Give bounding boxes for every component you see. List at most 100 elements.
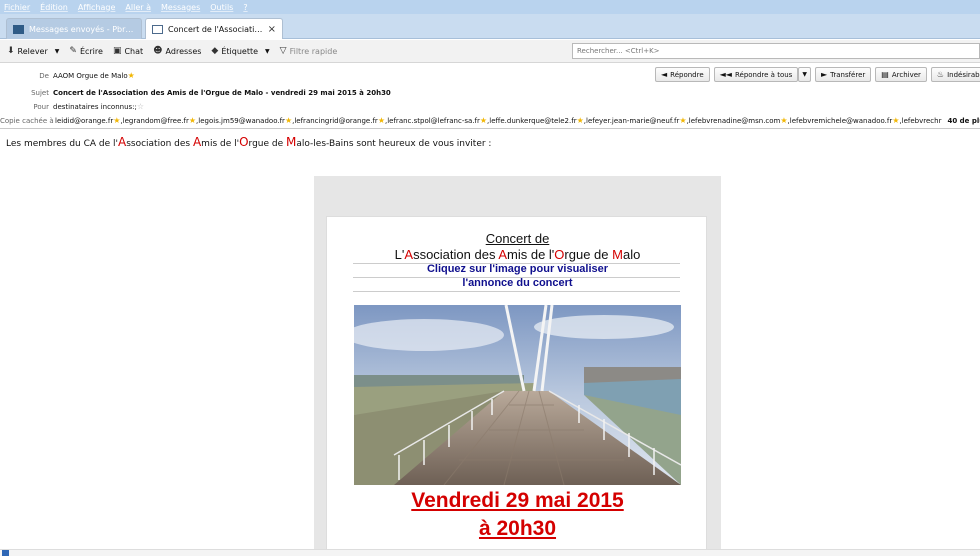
card-title-line2: L'Association des Amis de l'Orgue de Mal… [327, 247, 708, 262]
divider [353, 291, 680, 292]
to-label: Pour [33, 102, 49, 111]
header-divider [0, 128, 980, 129]
menu-bar: Fichier Édition Affichage Aller à Messag… [0, 0, 980, 14]
pencil-icon: ✎ [69, 46, 77, 56]
chat-button[interactable]: ▣ Chat [108, 46, 148, 56]
menu-aller[interactable]: Aller à [125, 3, 151, 12]
dropdown-arrow-icon[interactable]: ▼ [55, 48, 60, 55]
dropdown-arrow-icon: ▼ [265, 47, 270, 55]
bcc-row: Copie cachée à leidid@orange.fr ★, legran… [0, 114, 980, 127]
title-part: ssociation des [413, 247, 499, 262]
relever-label: Relever [17, 46, 48, 56]
filtre-rapide-button[interactable]: ▽ Filtre rapide [275, 46, 343, 56]
intro-part: Les membres du CA de l' [6, 139, 118, 149]
subject-value: Concert de l'Association des Amis de l'O… [53, 88, 391, 97]
card-title-line1: Concert de [485, 231, 550, 246]
adresses-button[interactable]: ☻ Adresses [148, 46, 206, 56]
menu-aide[interactable]: ? [243, 3, 247, 12]
chat-bubble-icon: ▣ [112, 46, 122, 56]
star-outline-icon[interactable]: ☆ [137, 102, 144, 111]
star-icon[interactable]: ★ [378, 116, 385, 125]
intro-red-letter: O [239, 135, 249, 149]
intro-text: Les membres du CA de l'Association des A… [6, 135, 491, 149]
title-red-letter: A [404, 247, 414, 262]
star-icon[interactable]: ★ [285, 116, 292, 125]
cta-line1: Cliquez sur l'image pour visualiser [426, 263, 609, 275]
title-red-letter: A [498, 247, 508, 262]
bcc-address[interactable]: leffe.dunkerque@tele2.fr [489, 117, 576, 125]
to-row: Pour destinataires inconnus:; ☆ [0, 100, 980, 113]
tab-label: Messages envoyés - Pbruige@... [29, 24, 135, 34]
bcc-address[interactable]: leidid@orange.fr [55, 117, 113, 125]
intro-red-letter: M [286, 135, 297, 149]
title-part: L' [394, 247, 405, 262]
tab-messages-envoyes[interactable]: Messages envoyés - Pbruige@... [6, 18, 142, 39]
tag-icon: ◆ [211, 46, 219, 56]
status-icon [2, 550, 9, 556]
from-value[interactable]: AAOM Orgue de Malo [53, 72, 128, 80]
filter-icon: ▽ [279, 46, 287, 56]
more-recipients-link[interactable]: 40 de plus [947, 117, 980, 125]
star-icon[interactable]: ★ [128, 71, 135, 80]
from-label: De [39, 71, 49, 80]
bcc-address[interactable]: lefrancingrid@orange.fr [294, 117, 377, 125]
menu-fichier[interactable]: Fichier [4, 3, 30, 12]
title-part: rgue de [564, 247, 613, 262]
invitation-card: Concert de L'Association des Amis de l'O… [314, 176, 721, 556]
bcc-address[interactable]: lefebvrechr [902, 117, 942, 125]
bcc-address[interactable]: lefebvrenadine@msn.com [689, 117, 781, 125]
ecrire-button[interactable]: ✎ Écrire [64, 46, 108, 56]
menu-edition[interactable]: Édition [40, 3, 68, 12]
concert-photo[interactable] [354, 305, 681, 485]
intro-part: ssociation des [126, 139, 193, 149]
bcc-label: Copie cachée à [0, 116, 54, 125]
adresses-label: Adresses [165, 46, 202, 56]
to-value[interactable]: destinataires inconnus:; [53, 103, 137, 111]
concert-time[interactable]: à 20h30 [327, 517, 708, 541]
intro-part: mis de l' [201, 139, 240, 149]
etiquette-button[interactable]: ◆ Étiquette ▼ [206, 46, 274, 56]
subject-label: Sujet [31, 88, 49, 97]
tab-bar: Messages envoyés - Pbruige@... Concert d… [0, 14, 980, 39]
intro-red-letter: A [117, 135, 127, 149]
intro-red-letter: A [192, 135, 202, 149]
menu-affichage[interactable]: Affichage [78, 3, 116, 12]
star-icon[interactable]: ★ [892, 116, 899, 125]
star-icon[interactable]: ★ [189, 116, 196, 125]
bcc-address[interactable]: lefeyer.jean-marie@neuf.fr [586, 117, 679, 125]
star-icon[interactable]: ★ [480, 116, 487, 125]
chat-label: Chat [124, 46, 144, 56]
envelope-icon [152, 24, 163, 34]
bcc-address[interactable]: lefranc.stpol@lefranc-sa.fr [387, 117, 480, 125]
intro-part: alo-les-Bains sont heureux de vous invit… [296, 139, 492, 149]
cta-line2: l'annonce du concert [462, 277, 573, 289]
invitation-inner: Concert de L'Association des Amis de l'O… [326, 216, 707, 556]
etiquette-label: Étiquette [221, 46, 259, 56]
bcc-address[interactable]: lefebvremichele@wanadoo.fr [790, 117, 892, 125]
download-icon: ⬇ [7, 46, 15, 56]
menu-messages[interactable]: Messages [161, 3, 200, 12]
title-red-letter: O [554, 247, 565, 262]
filtre-label: Filtre rapide [289, 46, 338, 56]
bcc-address[interactable]: legois.jm59@wanadoo.fr [198, 117, 285, 125]
menu-outils[interactable]: Outils [210, 3, 233, 12]
title-part: alo [622, 247, 641, 262]
star-icon[interactable]: ★ [577, 116, 584, 125]
status-bar [0, 549, 980, 556]
close-tab-icon[interactable]: × [268, 24, 276, 35]
star-icon[interactable]: ★ [113, 116, 120, 125]
title-part: mis de l' [507, 247, 555, 262]
star-icon[interactable]: ★ [780, 116, 787, 125]
tab-concert-message[interactable]: Concert de l'Association de... × [145, 18, 283, 39]
search-input[interactable]: Rechercher... <Ctrl+K> [572, 43, 980, 59]
from-row: De AAOM Orgue de Malo ★ [0, 69, 980, 82]
star-icon[interactable]: ★ [679, 116, 686, 125]
relever-button[interactable]: ⬇ Relever ▼ [2, 46, 64, 56]
title-red-letter: M [612, 247, 623, 262]
concert-date[interactable]: Vendredi 29 mai 2015 [327, 489, 708, 513]
subject-row: Sujet Concert de l'Association des Amis … [0, 86, 980, 99]
ecrire-label: Écrire [79, 46, 103, 56]
tab-label: Concert de l'Association de... [168, 24, 263, 34]
bcc-address[interactable]: legrandom@free.fr [123, 117, 189, 125]
bridge-image [354, 305, 681, 485]
